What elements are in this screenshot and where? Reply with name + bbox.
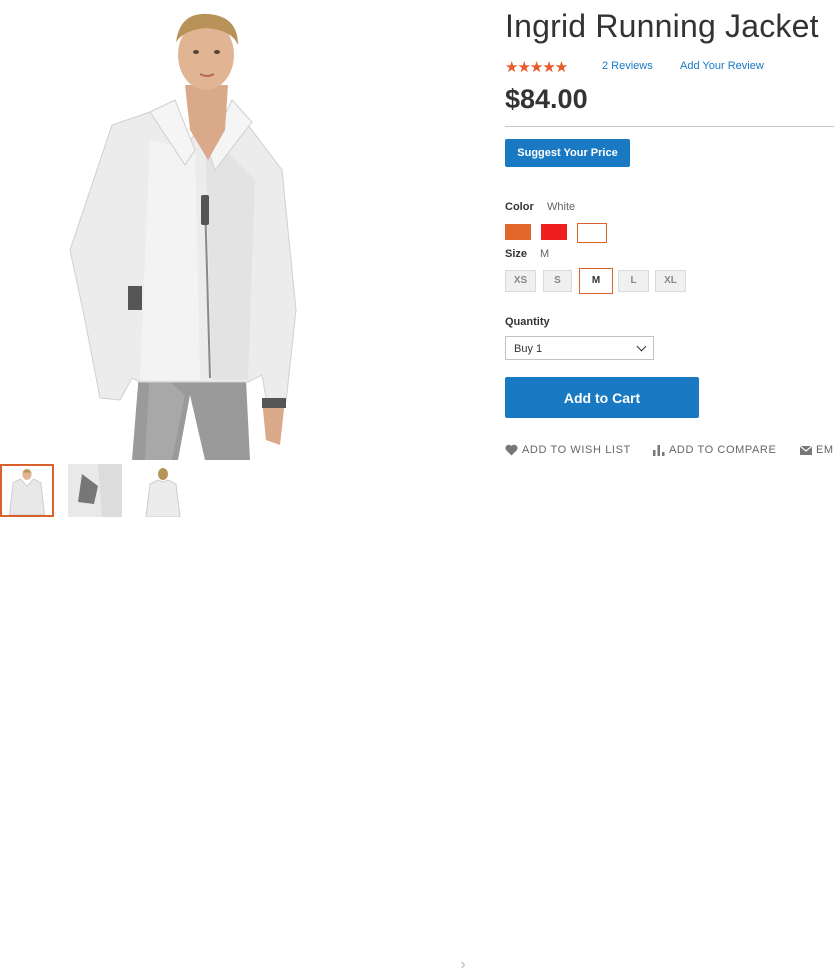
size-swatch-xs[interactable]: XS	[505, 270, 536, 292]
quantity-select-value: Buy 1	[514, 343, 543, 355]
stars-filled: ★★★★★	[505, 59, 568, 76]
gallery-next-arrow-icon[interactable]: ›	[456, 956, 470, 974]
add-review-link[interactable]: Add Your Review	[680, 60, 764, 72]
chevron-down-icon	[636, 341, 647, 352]
color-selected-value: White	[547, 201, 576, 213]
size-swatch-s[interactable]: S	[543, 270, 572, 292]
divider	[505, 126, 834, 127]
add-to-wishlist-link[interactable]: ADD TO WISH LIST	[505, 444, 631, 458]
size-swatch-xl[interactable]: XL	[655, 270, 686, 292]
color-swatch-orange[interactable]	[505, 224, 531, 240]
gallery-thumb-2[interactable]	[68, 464, 122, 517]
quantity-select[interactable]: Buy 1	[505, 336, 654, 360]
size-swatch-m[interactable]: M	[579, 268, 613, 294]
color-swatch-red[interactable]	[541, 224, 567, 240]
envelope-icon	[800, 445, 812, 455]
email-link[interactable]: EM	[800, 444, 834, 458]
reviews-link[interactable]: 2 Reviews	[602, 60, 653, 72]
product-main-image[interactable]	[0, 0, 470, 460]
add-to-compare-label: ADD TO COMPARE	[669, 444, 777, 457]
gallery-thumb-3[interactable]	[136, 464, 190, 517]
add-to-cart-button[interactable]: Add to Cart	[505, 377, 699, 418]
jacket-model-photo	[69, 13, 297, 460]
size-label: Size	[505, 248, 528, 260]
gallery-thumb-1[interactable]	[0, 464, 54, 517]
compare-bars-icon	[653, 444, 665, 456]
gallery-thumbnails: ›	[0, 462, 470, 973]
color-swatch-white[interactable]	[577, 223, 607, 243]
product-price: $84.00	[505, 84, 588, 114]
color-label: Color	[505, 201, 534, 213]
email-label: EM	[816, 444, 834, 457]
add-to-wishlist-label: ADD TO WISH LIST	[522, 444, 631, 457]
size-selected-value: M	[540, 248, 550, 260]
size-swatch-l[interactable]: L	[618, 270, 649, 292]
suggest-price-button[interactable]: Suggest Your Price	[505, 139, 630, 167]
product-title: Ingrid Running Jacket	[505, 8, 819, 44]
quantity-label: Quantity	[505, 316, 550, 328]
add-to-compare-link[interactable]: ADD TO COMPARE	[653, 444, 776, 458]
heart-icon	[505, 444, 518, 456]
